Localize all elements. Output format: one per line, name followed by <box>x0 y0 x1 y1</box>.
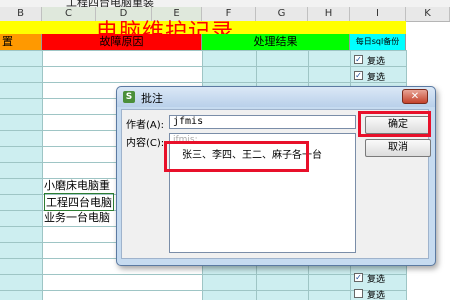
author-label: 作者(A): <box>126 120 165 131</box>
gridline <box>0 82 406 83</box>
header-fault-cause[interactable]: 故障原因 <box>42 34 202 50</box>
author-field[interactable]: jfmis <box>169 115 356 129</box>
cancel-button[interactable]: 取消 <box>365 139 431 157</box>
gridline <box>0 290 406 291</box>
content-label: 内容(C): <box>126 138 165 149</box>
col-header-g[interactable]: G <box>256 7 308 21</box>
gridline <box>0 66 406 67</box>
ok-button[interactable]: 确定 <box>365 116 431 134</box>
checkbox-row2[interactable]: ✓ <box>354 71 363 80</box>
checkbox-row1[interactable]: ✓ <box>354 55 363 64</box>
checkbox-row-bottom1[interactable]: ✓ <box>354 273 363 282</box>
checkbox-row-bottom2[interactable] <box>354 289 363 298</box>
cyan-column-b <box>0 50 42 300</box>
dialog-title: 批注 <box>141 92 163 105</box>
header-sql-backup[interactable]: 每日sql备份 <box>350 34 406 50</box>
content-author-prefix: jfmis: <box>173 135 198 145</box>
col-header-h[interactable]: H <box>308 7 350 21</box>
col-header-c[interactable]: C <box>42 7 96 21</box>
gridline <box>0 50 406 51</box>
spreadsheet-app-icon: S <box>123 91 135 103</box>
gridline <box>42 50 43 300</box>
comment-dialog: S 批注 ✕ 作者(A): jfmis 内容(C): jfmis: 张三、李四、… <box>116 86 436 266</box>
close-icon[interactable]: ✕ <box>402 89 428 104</box>
checkbox-label: 复选 <box>367 291 386 301</box>
checkbox-label: 复选 <box>367 73 386 83</box>
dialog-titlebar[interactable]: S 批注 ✕ <box>117 87 435 107</box>
header-location[interactable]: 置 <box>0 34 42 50</box>
header-row: 置 故障原因 处理结果 每日sql备份 <box>0 34 450 50</box>
checkbox-label: 复选 <box>367 275 386 285</box>
cell-c-row3[interactable]: 业务一台电脑 <box>44 209 110 225</box>
dialog-body: 作者(A): jfmis 内容(C): jfmis: 张三、李四、王二、麻子各一… <box>121 109 431 259</box>
col-header-b[interactable]: B <box>0 7 42 21</box>
cell-c-row1[interactable]: 小磨床电脑重 <box>44 177 110 193</box>
checkbox-label: 复选 <box>367 57 386 67</box>
gridline <box>0 274 406 275</box>
header-result[interactable]: 处理结果 <box>202 34 350 50</box>
col-header-k[interactable]: K <box>406 7 450 21</box>
content-textarea[interactable]: jfmis: 张三、李四、王二、麻子各一台 <box>169 133 356 253</box>
col-header-i[interactable]: I <box>350 7 406 21</box>
content-text: 张三、李四、王二、麻子各一台 <box>182 150 322 161</box>
